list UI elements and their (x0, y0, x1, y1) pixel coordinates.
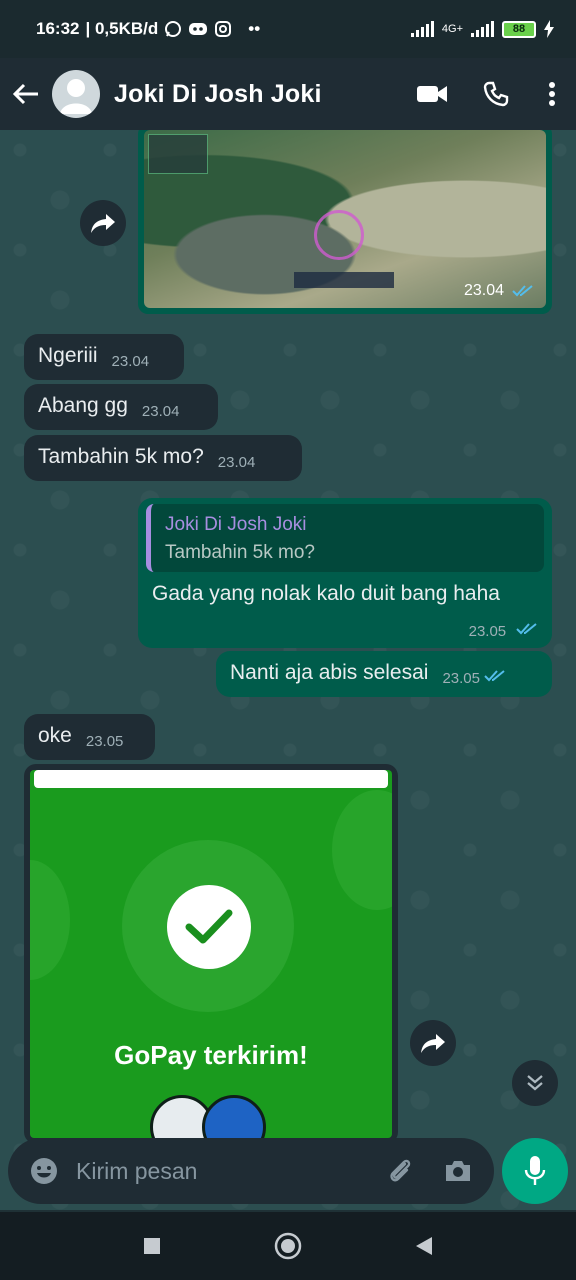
incoming-message[interactable]: Abang gg 23.04 (24, 384, 218, 430)
network-type: 4G+ (441, 23, 463, 35)
quoted-author: Joki Di Josh Joki (165, 514, 307, 535)
back-arrow-icon[interactable] (4, 72, 48, 116)
read-ticks-icon (516, 623, 537, 635)
avatar[interactable] (52, 70, 100, 118)
status-left: 16:32 | 0,5KB/d •• (36, 19, 260, 39)
incoming-message[interactable]: oke 23.05 (24, 714, 155, 760)
read-ticks-icon (484, 670, 505, 682)
message-time: 23.05 (442, 670, 480, 687)
gopay-decor (30, 860, 70, 980)
mic-icon (524, 1156, 546, 1185)
back-button[interactable] (404, 1226, 444, 1266)
message-time: 23.04 (464, 282, 534, 300)
triangle-back-icon (416, 1237, 432, 1255)
recents-button[interactable] (132, 1226, 172, 1266)
more-vert-icon[interactable] (528, 66, 576, 122)
message-text: Gada yang nolak kalo duit bang haha (152, 582, 500, 605)
emoji-icon[interactable] (22, 1149, 66, 1193)
message-text: Nanti aja abis selesai (230, 661, 429, 684)
image-message-gopay[interactable]: GoPay terkirim! (24, 764, 398, 1144)
gopay-screenshot[interactable]: GoPay terkirim! (30, 770, 392, 1138)
game-hero-marker (314, 210, 364, 260)
image-message-gameplay[interactable]: 23.04 (138, 130, 552, 314)
read-ticks-icon (512, 285, 533, 297)
status-time: 16:32 (36, 19, 80, 38)
incoming-message[interactable]: Tambahin 5k mo? 23.04 (24, 435, 302, 481)
message-text: oke (38, 724, 72, 747)
instagram-notif-icon (215, 21, 232, 37)
outgoing-reply-message[interactable]: Joki Di Josh Joki Tambahin 5k mo? Gada y… (138, 498, 552, 648)
more-notif-dots: •• (248, 19, 261, 38)
status-bar: 16:32 | 0,5KB/d •• 4G+ 88 (0, 0, 576, 58)
chat-area[interactable]: 23.04 Ngeriii 23.04 Abang gg 23.04 Tambahi… (0, 130, 576, 1210)
gameplay-screenshot[interactable]: 23.04 (144, 130, 546, 308)
chat-header: Joki Di Josh Joki (0, 58, 576, 130)
gopay-top-bar (34, 770, 388, 788)
quoted-text: Tambahin 5k mo? (165, 542, 315, 563)
game-skill-bar (294, 272, 394, 288)
quoted-message[interactable]: Joki Di Josh Joki Tambahin 5k mo? (146, 504, 544, 572)
camera-icon[interactable] (436, 1149, 480, 1193)
scroll-to-bottom-button[interactable] (512, 1060, 558, 1106)
signal2-icon (471, 21, 494, 37)
check-icon (167, 885, 251, 969)
system-nav-bar (0, 1212, 576, 1280)
message-time: 23.04 (141, 403, 180, 420)
phone-icon[interactable] (464, 66, 528, 122)
gopay-decor (332, 790, 392, 910)
square-icon (144, 1238, 160, 1254)
forward-button[interactable] (80, 200, 126, 246)
video-call-icon[interactable] (400, 66, 464, 122)
message-text: Abang gg (38, 394, 128, 417)
message-time: 23.05 (85, 733, 124, 750)
charging-icon (544, 20, 554, 38)
attach-icon[interactable] (378, 1149, 422, 1193)
chevron-double-down-icon (527, 1075, 543, 1091)
incoming-message[interactable]: Ngeriii 23.04 (24, 334, 184, 380)
contact-name[interactable]: Joki Di Josh Joki (114, 80, 322, 109)
message-time: 23.04 (217, 454, 256, 471)
message-meta: 23.05 (146, 614, 544, 640)
message-text: Ngeriii (38, 344, 98, 367)
header-actions (400, 66, 576, 122)
receiver-avatar (202, 1095, 266, 1138)
discord-notif-icon (189, 23, 208, 35)
status-net-speed: | 0,5KB/d (85, 19, 159, 38)
gopay-success-title: GoPay terkirim! (114, 1040, 308, 1070)
whatsapp-notif-icon (165, 21, 182, 37)
message-text: Tambahin 5k mo? (38, 445, 204, 468)
signal-icon (410, 21, 434, 37)
circle-icon (274, 1232, 302, 1260)
message-time: 23.05 (468, 623, 507, 640)
message-input[interactable] (66, 1157, 378, 1185)
battery-icon: 88 (502, 20, 536, 38)
forward-button[interactable] (410, 1020, 456, 1066)
message-time: 23.04 (111, 353, 150, 370)
outgoing-message[interactable]: Nanti aja abis selesai 23.05 (216, 651, 552, 697)
status-right: 4G+ 88 (410, 20, 554, 38)
mic-button[interactable] (502, 1138, 568, 1204)
message-composer (8, 1138, 494, 1204)
game-minimap (148, 134, 208, 174)
home-button[interactable] (268, 1226, 308, 1266)
